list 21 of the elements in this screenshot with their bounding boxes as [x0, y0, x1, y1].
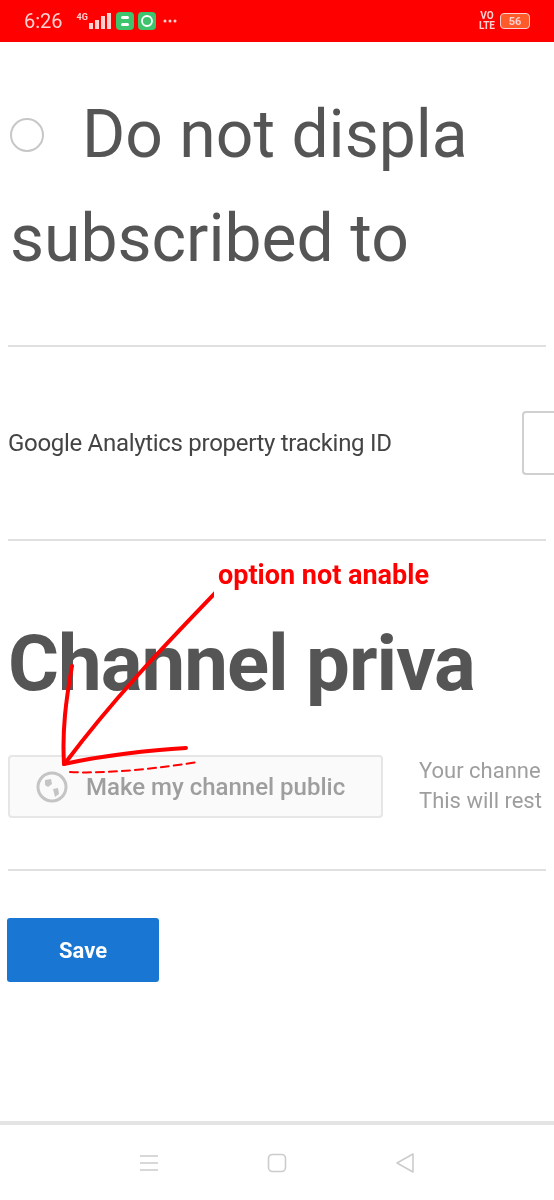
globe-icon [36, 770, 68, 803]
signal-icon [88, 13, 111, 29]
tracking-id-field[interactable] [522, 411, 554, 475]
status-time: 6:26 [24, 11, 63, 31]
annotation-text: option not anable [218, 558, 429, 593]
save-button[interactable]: Save [7, 918, 159, 982]
network-label: 4G [76, 13, 88, 22]
menu-icon[interactable] [139, 1154, 159, 1172]
sync-notification-icon [137, 12, 156, 30]
home-icon[interactable] [267, 1153, 287, 1173]
more-icon [162, 19, 177, 23]
privacy-description: This will rest [419, 787, 542, 815]
back-icon[interactable] [395, 1152, 415, 1174]
volte-label: VO [480, 11, 494, 21]
app-notification-icon [115, 12, 134, 30]
analytics-label: Google Analytics property tracking ID [8, 428, 392, 459]
lte-label: LTE [478, 21, 495, 31]
radio-button[interactable] [10, 118, 44, 152]
privacy-description: Your channe [419, 757, 542, 785]
battery-indicator: 56 [500, 13, 530, 29]
radio-label: subscribed to [10, 206, 409, 272]
